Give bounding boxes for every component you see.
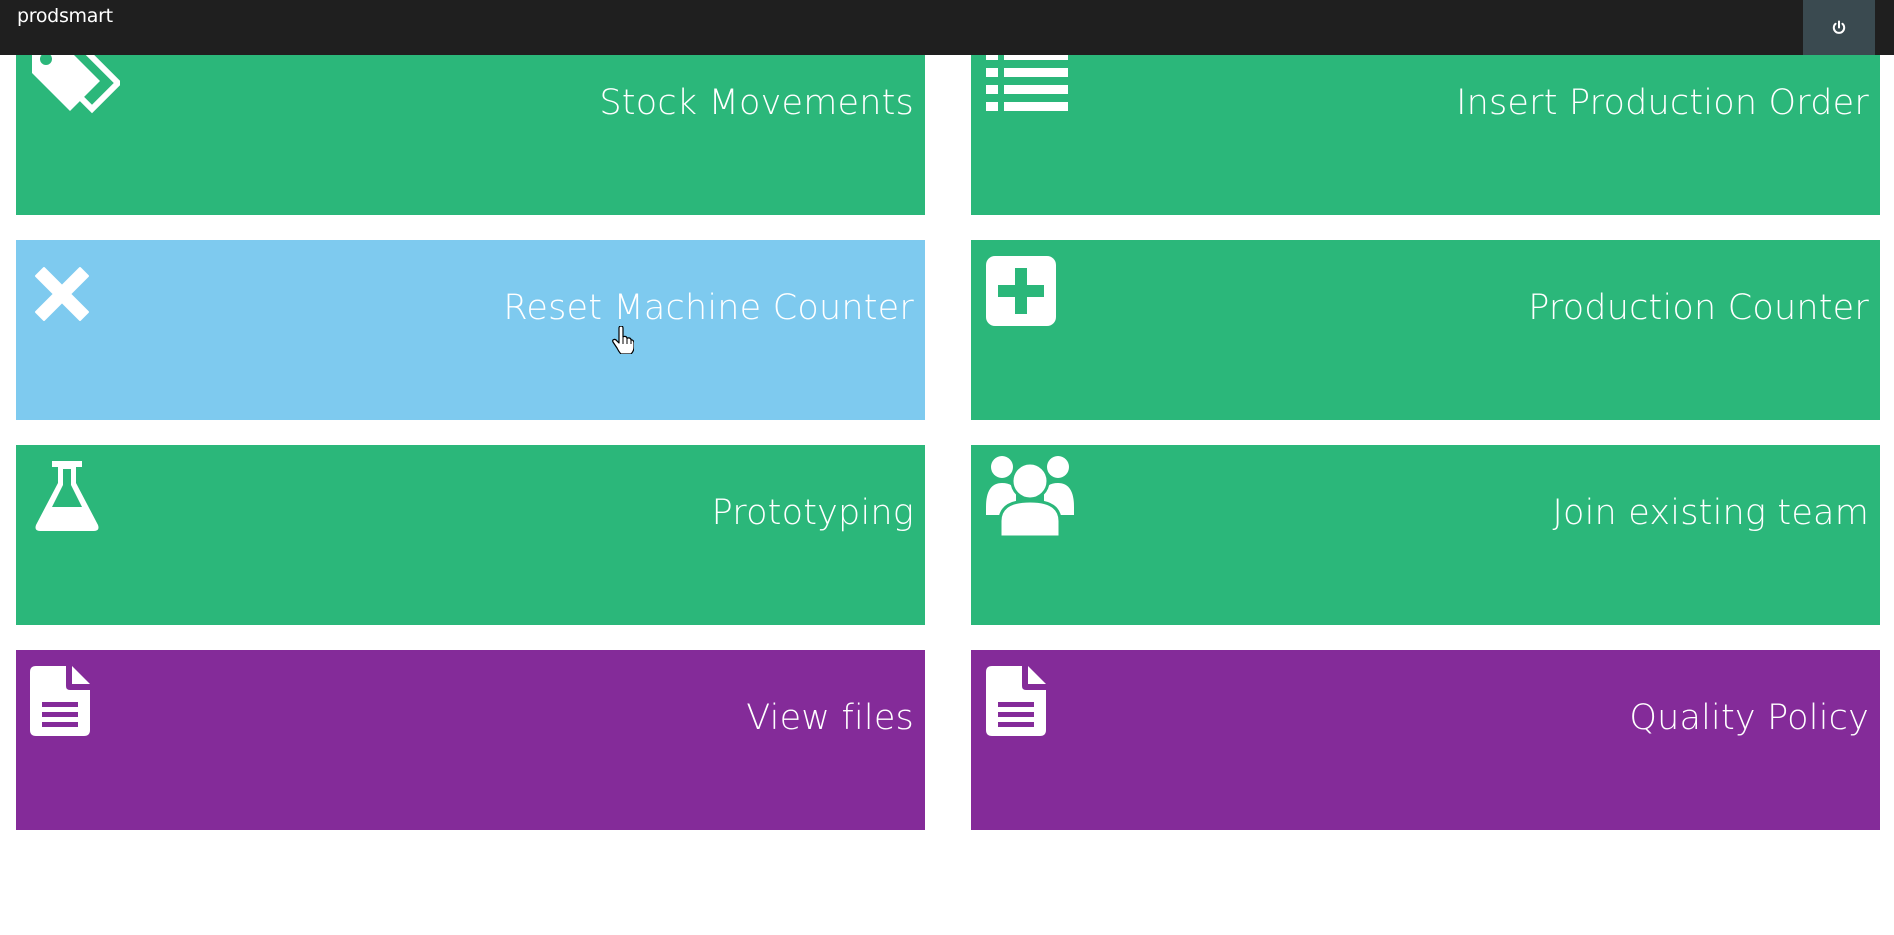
tile-label: Reset Machine Counter xyxy=(503,288,914,328)
file-icon xyxy=(30,666,90,741)
app-brand[interactable]: prodsmart xyxy=(17,5,113,27)
close-icon xyxy=(34,266,90,327)
tile-production-counter[interactable]: Production Counter xyxy=(971,240,1880,420)
tile-insert-production-order[interactable]: Insert Production Order xyxy=(971,35,1880,215)
tile-label: Production Counter xyxy=(1528,288,1869,328)
list-icon xyxy=(986,49,1068,120)
tile-label: Stock Movements xyxy=(599,83,914,123)
tile-stock-movements[interactable]: Stock Movements xyxy=(16,35,925,215)
tile-label: Quality Policy xyxy=(1629,698,1869,738)
tile-prototyping[interactable]: Prototyping xyxy=(16,445,925,625)
tile-label: View files xyxy=(746,698,914,738)
tile-view-files[interactable]: View files xyxy=(16,650,925,830)
tile-reset-machine-counter[interactable]: Reset Machine Counter xyxy=(16,240,925,420)
top-navbar: prodsmart xyxy=(0,0,1894,55)
power-icon xyxy=(1832,20,1846,34)
file-icon xyxy=(986,666,1046,741)
tile-label: Join existing team xyxy=(1552,493,1869,533)
tile-quality-policy[interactable]: Quality Policy xyxy=(971,650,1880,830)
users-icon xyxy=(986,453,1074,542)
logout-button[interactable] xyxy=(1803,0,1875,55)
tile-label: Insert Production Order xyxy=(1456,83,1869,123)
plus-square-icon xyxy=(986,256,1056,331)
tile-label: Prototyping xyxy=(711,493,914,533)
tile-join-existing-team[interactable]: Join existing team xyxy=(971,445,1880,625)
flask-icon xyxy=(34,461,100,536)
